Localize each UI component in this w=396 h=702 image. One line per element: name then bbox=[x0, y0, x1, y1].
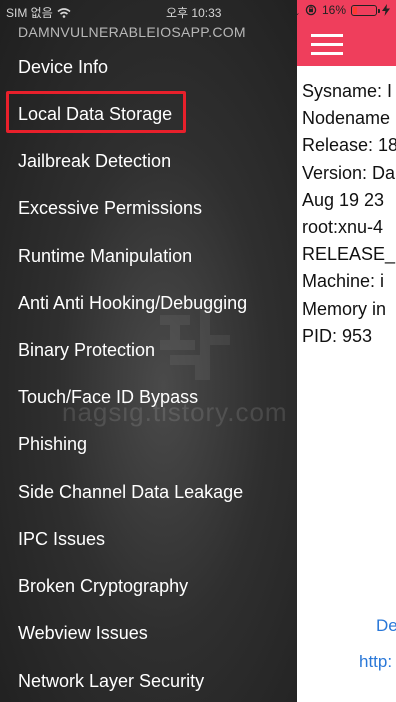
menu-item-jailbreak-detection[interactable]: Jailbreak Detection bbox=[18, 149, 171, 173]
app-name: DAMNVULNERABLEIOSAPP.COM bbox=[18, 24, 246, 40]
menu-item-broken-cryptography[interactable]: Broken Cryptography bbox=[18, 574, 188, 598]
battery-percent: 16% bbox=[321, 3, 346, 17]
info-line-pid: PID: 953 bbox=[302, 325, 373, 346]
carrier-text: SIM 없음 bbox=[6, 6, 53, 20]
battery-icon bbox=[351, 4, 380, 16]
watermark-text: nagsig.tistory.com bbox=[62, 397, 288, 427]
menu-item-runtime-manipulation[interactable]: Runtime Manipulation bbox=[18, 244, 192, 268]
side-drawer: DAMNVULNERABLEIOSAPP.COM Device Info Loc… bbox=[0, 0, 297, 702]
info-line-version: Version: Da bbox=[302, 162, 396, 183]
info-line-machine: Machine: i bbox=[302, 271, 385, 292]
info-line-release-tag: RELEASE_ bbox=[302, 244, 396, 265]
status-left: SIM 없음 bbox=[6, 4, 71, 21]
clock-text: 오후 10:33 bbox=[166, 6, 222, 20]
info-line-xnu: root:xnu-4 bbox=[302, 217, 384, 238]
watermark-logo bbox=[160, 310, 230, 380]
moon-icon bbox=[289, 5, 299, 16]
menu-item-binary-protection[interactable]: Binary Protection bbox=[18, 338, 155, 362]
orientation-lock-icon bbox=[305, 4, 317, 16]
menu-item-local-data-storage[interactable]: Local Data Storage bbox=[5, 91, 187, 133]
device-info-text: Sysname: I Nodename Release: 18 Version:… bbox=[302, 78, 396, 350]
info-line-sysname: Sysname: I bbox=[302, 81, 393, 101]
menu-item-webview-issues[interactable]: Webview Issues bbox=[18, 621, 148, 645]
menu-item-ipc-issues[interactable]: IPC Issues bbox=[18, 527, 105, 551]
content-panel: Sysname: I Nodename Release: 18 Version:… bbox=[297, 0, 396, 702]
footer-link-1[interactable]: De bbox=[376, 616, 396, 636]
info-line-memory: Memory in bbox=[302, 298, 387, 319]
status-bar: SIM 없음 오후 10:33 16% bbox=[0, 0, 396, 22]
menu-item-network-layer-security[interactable]: Network Layer Security bbox=[18, 669, 204, 693]
footer-link-2[interactable]: http: bbox=[359, 652, 392, 672]
menu-item-device-info[interactable]: Device Info bbox=[18, 55, 108, 79]
hamburger-menu-icon[interactable] bbox=[311, 34, 343, 56]
battery-level bbox=[353, 6, 357, 14]
menu-item-side-channel-data-leakage[interactable]: Side Channel Data Leakage bbox=[18, 480, 243, 504]
info-line-release: Release: 18 bbox=[302, 135, 396, 156]
status-right: 16% bbox=[289, 3, 390, 17]
menu-item-excessive-permissions[interactable]: Excessive Permissions bbox=[18, 196, 202, 220]
info-line-nodename: Nodename bbox=[302, 108, 391, 129]
menu-item-phishing[interactable]: Phishing bbox=[18, 432, 87, 456]
charging-bolt-icon bbox=[382, 4, 390, 16]
info-line-version-date: Aug 19 23 bbox=[302, 189, 385, 210]
wifi-icon bbox=[57, 7, 71, 18]
